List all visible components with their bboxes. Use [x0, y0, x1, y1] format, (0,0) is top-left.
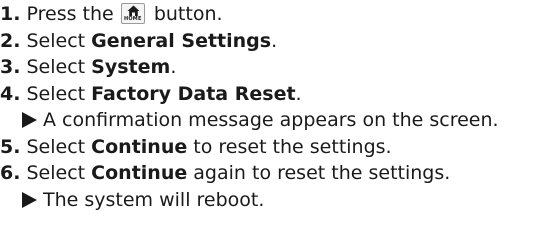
- step-6: 6. Select Continue again to reset the se…: [0, 160, 548, 187]
- step-number: 6.: [0, 162, 21, 184]
- menu-option: Continue: [91, 135, 188, 158]
- step-text: Select: [26, 29, 86, 52]
- step-4-result: A confirmation message appears on the sc…: [0, 107, 548, 134]
- step-4: 4. Select Factory Data Reset.: [0, 81, 548, 108]
- menu-option: Factory Data Reset: [91, 82, 296, 105]
- home-button-icon: HOME: [120, 3, 145, 24]
- step-2: 2. Select General Settings.: [0, 28, 548, 55]
- step-number: 4.: [0, 82, 21, 105]
- step-5: 5. Select Continue to reset the settings…: [0, 134, 548, 161]
- step-text: Press the: [26, 3, 114, 25]
- step-1: 1. Press the HOME button.: [0, 1, 548, 28]
- home-label: HOME: [123, 16, 142, 22]
- step-6-result: The system will reboot.: [0, 187, 548, 214]
- step-text: Select: [26, 135, 86, 158]
- menu-option: Continue: [91, 162, 188, 184]
- step-3: 3. Select System.: [0, 54, 548, 81]
- step-text: Select: [26, 82, 86, 105]
- result-arrow-icon: [22, 112, 37, 128]
- menu-option: General Settings: [91, 29, 272, 52]
- step-number: 3.: [0, 56, 21, 78]
- step-text: .: [295, 82, 302, 105]
- result-arrow-icon: [22, 191, 37, 208]
- step-text: .: [170, 56, 177, 78]
- result-text: A confirmation message appears on the sc…: [43, 109, 499, 131]
- step-number: 1.: [0, 3, 21, 25]
- step-text: button.: [153, 3, 223, 25]
- step-text: again to reset the settings.: [193, 162, 451, 184]
- step-text: .: [271, 29, 278, 52]
- step-text: Select: [26, 162, 86, 184]
- step-text: Select: [26, 56, 86, 78]
- step-number: 2.: [0, 29, 21, 52]
- menu-option: System: [91, 56, 171, 78]
- step-text: to reset the settings.: [193, 135, 392, 158]
- result-text: The system will reboot.: [43, 188, 265, 211]
- instruction-steps: 1. Press the HOME button. 2. Select Gene…: [0, 1, 548, 213]
- step-number: 5.: [0, 135, 21, 158]
